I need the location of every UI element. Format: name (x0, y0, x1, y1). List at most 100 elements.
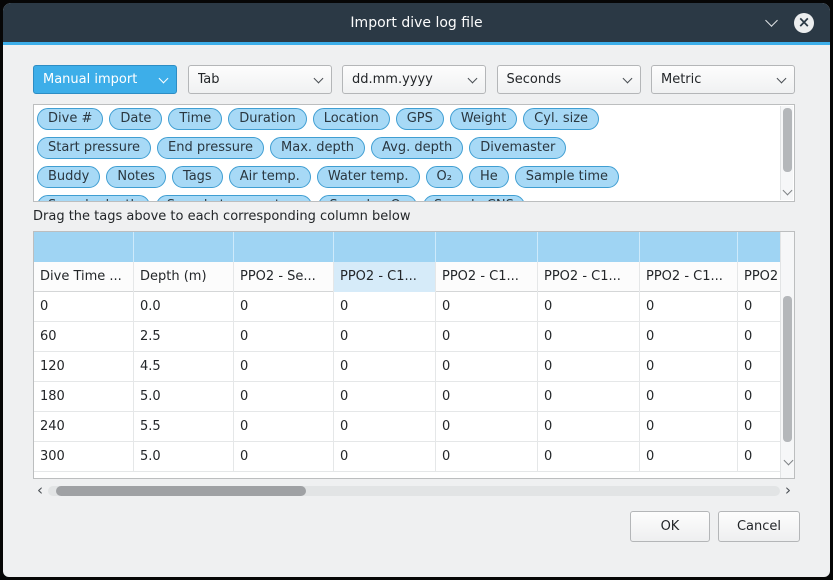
drop-target-cell[interactable] (640, 232, 738, 262)
table-row[interactable]: 2405.5000000 (34, 412, 781, 442)
table-cell: 0 (436, 322, 538, 352)
table-scrollbar-thumb[interactable] (783, 296, 792, 442)
cancel-button[interactable]: Cancel (718, 511, 800, 542)
combo-metric[interactable]: Metric (651, 65, 795, 94)
tag-end-pressure[interactable]: End pressure (157, 137, 264, 159)
table-cell: 0 (738, 292, 781, 322)
column-header[interactable]: PPO2 - C1... (640, 262, 738, 292)
tag-date[interactable]: Date (109, 108, 162, 130)
tag-tags[interactable]: Tags (172, 166, 223, 188)
tag-air-temp[interactable]: Air temp. (229, 166, 311, 188)
h-scrollbar-track[interactable] (48, 486, 780, 496)
drop-target-cell[interactable] (334, 232, 436, 262)
tag-duration[interactable]: Duration (228, 108, 306, 130)
drop-target-cell[interactable] (436, 232, 538, 262)
scroll-down-icon[interactable] (783, 186, 793, 196)
tag-time[interactable]: Time (168, 108, 222, 130)
tag-row: Sample depth Sample temperature Sample pO₂… (37, 195, 778, 202)
tag-sample-depth[interactable]: Sample depth (37, 195, 150, 202)
table-row[interactable]: 1204.5000000 (34, 352, 781, 382)
chevron-down-icon (777, 73, 787, 83)
table-row[interactable]: 00.0000000 (34, 292, 781, 322)
scroll-right-arrow[interactable]: › (781, 483, 795, 499)
tag-sample-cns[interactable]: Sample CNS (423, 195, 525, 202)
table-scrollbar[interactable] (780, 232, 794, 478)
shade-chevron-icon[interactable] (765, 14, 778, 27)
table-cell: 180 (34, 382, 134, 412)
table-cell: 0 (334, 322, 436, 352)
h-scrollbar-thumb[interactable] (56, 486, 306, 496)
combo-dd-mm-yyyy[interactable]: dd.mm.yyyy (342, 65, 486, 94)
table-cell: 0.0 (134, 292, 234, 322)
table-cell: 0 (234, 322, 334, 352)
table-cell: 300 (34, 442, 134, 472)
drop-target-cell[interactable] (234, 232, 334, 262)
scroll-left-arrow[interactable]: ‹ (33, 483, 47, 499)
ok-button[interactable]: OK (630, 511, 710, 542)
tag-max-depth[interactable]: Max. depth (270, 137, 365, 159)
combo-tab[interactable]: Tab (188, 65, 332, 94)
drop-target-cell[interactable] (34, 232, 134, 262)
column-header[interactable]: PPO2 - C1... (436, 262, 538, 292)
tag-row: Buddy Notes Tags Air temp. Water temp. O₂ He Sa… (37, 166, 778, 195)
tags-scrollbar-thumb[interactable] (783, 108, 792, 172)
tags-scrollbar[interactable] (780, 106, 793, 200)
tag-divemaster[interactable]: Divemaster (469, 137, 566, 159)
table-cell: 0 (234, 292, 334, 322)
table-cell: 0 (738, 382, 781, 412)
column-header[interactable]: PPO2 - Se... (234, 262, 334, 292)
tag-water-temp[interactable]: Water temp. (317, 166, 420, 188)
column-header[interactable]: PPO2 - C1... (334, 262, 436, 292)
table-cell: 0 (640, 442, 738, 472)
table-cell: 0 (234, 352, 334, 382)
combo-value: Metric (661, 72, 701, 87)
tag-start-pressure[interactable]: Start pressure (37, 137, 151, 159)
accent-line (3, 42, 830, 45)
tag-he[interactable]: He (469, 166, 509, 188)
combo-value: Seconds (507, 72, 562, 87)
tag-buddy[interactable]: Buddy (37, 166, 100, 188)
table-cell: 0 (34, 292, 134, 322)
table-row[interactable]: 602.5000000 (34, 322, 781, 352)
table-cell: 120 (34, 352, 134, 382)
scroll-down-icon[interactable] (783, 456, 793, 466)
tag-cyl-size[interactable]: Cyl. size (523, 108, 599, 130)
combo-seconds[interactable]: Seconds (497, 65, 641, 94)
table-body: 00.0000000602.50000001204.50000001805.00… (34, 292, 781, 472)
table-cell: 0 (436, 382, 538, 412)
column-header[interactable]: Depth (m) (134, 262, 234, 292)
table-cell: 0 (334, 412, 436, 442)
h-scrollbar: ‹ › (33, 483, 795, 499)
close-button[interactable]: × (794, 13, 814, 33)
window-title: Import dive log file (350, 15, 482, 31)
drop-target-cell[interactable] (538, 232, 640, 262)
tag-sample-po[interactable]: Sample pO₂ (318, 195, 417, 202)
table-cell: 0 (538, 352, 640, 382)
combo-manual-import[interactable]: Manual import (33, 65, 177, 94)
table-row[interactable]: 3005.0000000 (34, 442, 781, 472)
tag-gps[interactable]: GPS (396, 108, 444, 130)
tag-notes[interactable]: Notes (106, 166, 166, 188)
table-row[interactable]: 1805.0000000 (34, 382, 781, 412)
screen: Import dive log file × Manual import Tab d… (0, 0, 833, 580)
drop-target-cell[interactable] (134, 232, 234, 262)
tag-dive[interactable]: Dive # (37, 108, 103, 130)
column-header[interactable]: PPO2 (738, 262, 781, 292)
titlebar[interactable]: Import dive log file × (3, 3, 830, 42)
table-grid: Dive Time ...Depth (m)PPO2 - Se...PPO2 -… (34, 232, 781, 478)
combo-value: dd.mm.yyyy (352, 72, 433, 87)
tag-location[interactable]: Location (313, 108, 390, 130)
table-cell: 5.0 (134, 382, 234, 412)
tag-avg-depth[interactable]: Avg. depth (371, 137, 463, 159)
tag-weight[interactable]: Weight (450, 108, 517, 130)
table-cell: 0 (538, 322, 640, 352)
table-cell: 5.0 (134, 442, 234, 472)
table-cell: 0 (738, 352, 781, 382)
tag-sample-time[interactable]: Sample time (515, 166, 619, 188)
table-cell: 0 (538, 412, 640, 442)
tag-sample-temperature[interactable]: Sample temperature (156, 195, 313, 202)
drop-target-cell[interactable] (738, 232, 781, 262)
tag-o[interactable]: O₂ (426, 166, 463, 188)
column-header[interactable]: Dive Time ... (34, 262, 134, 292)
column-header[interactable]: PPO2 - C1... (538, 262, 640, 292)
